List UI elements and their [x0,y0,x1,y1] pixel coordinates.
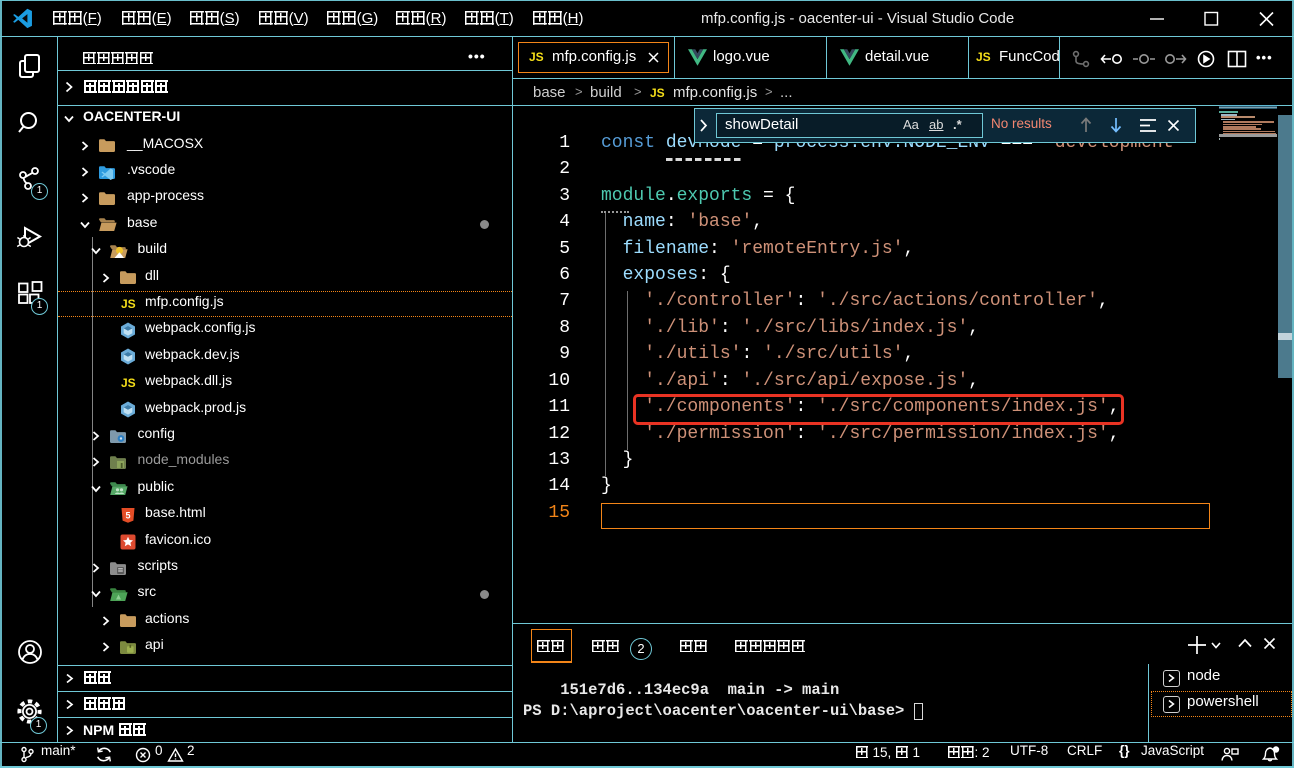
svg-text:5: 5 [125,510,130,520]
